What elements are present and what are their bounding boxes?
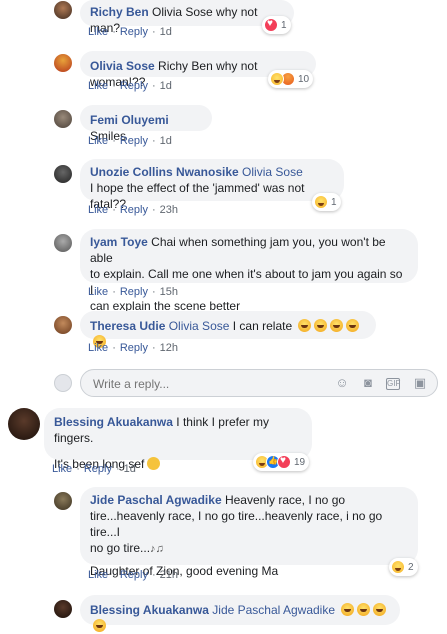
avatar[interactable] (8, 408, 40, 440)
reaction-count: 1 (281, 19, 287, 31)
comment-actions: Like · Reply · 1d (88, 135, 172, 147)
timestamp[interactable]: 1d (160, 26, 172, 38)
comment-author[interactable]: Unozie Collins Nwanosike (90, 165, 239, 179)
like-link[interactable]: Like (88, 80, 108, 92)
comment-bubble: Unozie Collins Nwanosike Olivia Sose I h… (80, 159, 344, 211)
comment-actions: Like · Reply · 1d (88, 80, 172, 92)
rofl-emoji-icon (341, 603, 355, 616)
timestamp[interactable]: 1d (160, 135, 172, 147)
avatar[interactable] (54, 110, 72, 128)
current-user-avatar (54, 374, 72, 392)
like-link[interactable]: Like (52, 463, 72, 475)
reaction-summary[interactable]: 2 (389, 558, 418, 576)
comment-text-line: no go tire... (90, 541, 151, 555)
comment-author[interactable]: Iyam Toye (90, 235, 148, 249)
reaction-summary[interactable]: 19 (253, 453, 310, 471)
reply-link[interactable]: Reply (120, 26, 148, 38)
camera-icon[interactable]: ◙ (361, 376, 375, 390)
reaction-count: 19 (294, 456, 306, 468)
reply-link[interactable]: Reply (120, 342, 148, 354)
haha-icon (270, 72, 284, 86)
rofl-emoji-icon (330, 319, 344, 332)
comment-bubble: Iyam Toye Chai when something jam you, y… (80, 229, 418, 313)
reply-link[interactable]: Reply (120, 135, 148, 147)
reaction-count: 2 (408, 561, 414, 573)
reply-box[interactable]: ☺ ◙ GIF ▣ (80, 369, 438, 397)
reaction-summary[interactable]: 1 (262, 16, 291, 34)
comment-bubble: Femi Oluyemi Smiles (80, 105, 212, 143)
reaction-count: 1 (331, 196, 337, 208)
timestamp[interactable]: 12h (160, 342, 178, 354)
avatar[interactable] (54, 165, 72, 183)
mention-link[interactable]: Olivia Sose (169, 319, 230, 333)
rofl-emoji-icon (314, 319, 328, 332)
comment-author[interactable]: Jide Paschal Agwadike (90, 493, 222, 507)
comment-actions: Like · Reply · 21h (88, 569, 179, 581)
music-notes-icon: ♪♫ (150, 543, 164, 555)
reaction-count: 10 (298, 73, 310, 85)
comment-text: I can relate (232, 319, 293, 333)
rofl-emoji-icon (298, 319, 312, 332)
comment-author[interactable]: Femi Oluyemi (90, 113, 169, 127)
timestamp[interactable]: 1d (124, 463, 136, 475)
rofl-emoji-icon (93, 619, 106, 632)
mention-link[interactable]: Olivia Sose (242, 165, 303, 179)
comment-author[interactable]: Richy Ben (90, 5, 149, 19)
comment-actions: Like · Reply · 1d (88, 26, 172, 38)
reply-link[interactable]: Reply (120, 204, 148, 216)
reaction-summary[interactable]: 10 (268, 70, 314, 88)
sticker-icon[interactable]: ▣ (413, 376, 427, 390)
avatar[interactable] (54, 492, 72, 510)
rofl-emoji-icon (373, 603, 387, 616)
reply-link[interactable]: Reply (84, 463, 112, 475)
love-icon (277, 455, 291, 469)
thinking-emoji-icon (147, 457, 161, 470)
comment-author[interactable]: Theresa Udie (90, 319, 165, 333)
comment-author[interactable]: Blessing Akuakanwa (54, 415, 173, 429)
emoji-icon[interactable]: ☺ (335, 376, 349, 390)
comment-actions: Like · Reply · 1d (52, 463, 136, 475)
love-icon (264, 18, 278, 32)
avatar[interactable] (54, 234, 72, 252)
comment-bubble: Jide Paschal Agwadike Heavenly race, I n… (80, 487, 418, 578)
reply-link[interactable]: Reply (120, 569, 148, 581)
avatar[interactable] (54, 600, 72, 618)
comment-author[interactable]: Blessing Akuakanwa (90, 603, 209, 617)
like-link[interactable]: Like (88, 26, 108, 38)
haha-icon (314, 195, 328, 209)
comment-bubble: Blessing Akuakanwa Jide Paschal Agwadike (80, 595, 400, 632)
reply-link[interactable]: Reply (120, 286, 148, 298)
like-link[interactable]: Like (88, 286, 108, 298)
avatar[interactable] (54, 54, 72, 72)
like-link[interactable]: Like (88, 342, 108, 354)
timestamp[interactable]: 23h (160, 204, 178, 216)
reaction-summary[interactable]: 1 (312, 193, 341, 211)
avatar[interactable] (54, 1, 72, 19)
comment-actions: Like · Reply · 12h (88, 342, 179, 354)
reply-link[interactable]: Reply (120, 80, 148, 92)
timestamp[interactable]: 21h (160, 569, 178, 581)
haha-icon (391, 560, 405, 574)
comment-actions: Like · Reply · 15h (88, 286, 179, 298)
reply-input[interactable] (91, 376, 295, 392)
comment-author[interactable]: Olivia Sose (90, 59, 155, 73)
timestamp[interactable]: 15h (160, 286, 178, 298)
gif-icon[interactable]: GIF (386, 378, 400, 390)
comment-actions: Like · Reply · 23h (88, 204, 179, 216)
comment-text-line: Heavenly race, I no go (224, 493, 346, 507)
avatar[interactable] (54, 316, 72, 334)
comment-bubble: Theresa Udie Olivia Sose I can relate (80, 311, 376, 348)
like-link[interactable]: Like (88, 135, 108, 147)
comment-text-line: tire...heavenly race, I no go tire...hea… (90, 509, 383, 539)
timestamp[interactable]: 1d (160, 80, 172, 92)
rofl-emoji-icon (357, 603, 371, 616)
like-link[interactable]: Like (88, 569, 108, 581)
mention-link[interactable]: Jide Paschal Agwadike (212, 603, 335, 617)
rofl-emoji-icon (346, 319, 360, 332)
like-link[interactable]: Like (88, 204, 108, 216)
